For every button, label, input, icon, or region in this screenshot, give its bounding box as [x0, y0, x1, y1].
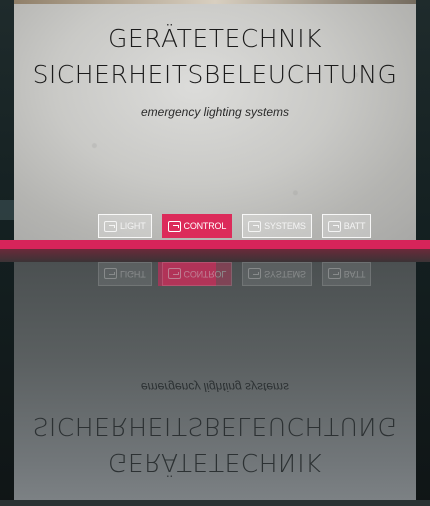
reflection-nav-label: CONTROL — [183, 269, 227, 279]
nav-light-label: LIGHT — [120, 221, 146, 231]
accent-bar — [0, 240, 430, 249]
main-nav: LIGHT CONTROL SYSTEMS BATT — [98, 214, 372, 238]
nav-systems-label: SYSTEMS — [264, 221, 306, 231]
accent-bar-shadow — [0, 249, 430, 262]
reflection-nav-item: LIGHT — [98, 262, 152, 286]
nav-batt-button[interactable]: BATT — [321, 214, 372, 238]
nav-light-button[interactable]: LIGHT — [98, 214, 152, 238]
logo-icon — [167, 220, 181, 232]
logo-icon — [167, 268, 181, 280]
nav-systems-button[interactable]: SYSTEMS — [242, 214, 312, 238]
reflection-title-line1: GERÄTETECHNIK — [107, 448, 323, 477]
reflection-nav-item: CONTROL — [161, 262, 233, 286]
reflection-nav-label: LIGHT — [120, 269, 146, 279]
logo-icon — [104, 220, 117, 232]
logo-icon — [104, 268, 117, 280]
logo-icon — [327, 268, 341, 280]
nav-batt-label: BATT — [343, 221, 366, 231]
reflection-title-line2: SICHERHEITSBELEUCHTUNG — [32, 412, 398, 441]
nav-control-button[interactable]: CONTROL — [161, 214, 233, 238]
logo-icon — [248, 220, 262, 232]
logo-icon — [327, 220, 341, 232]
nav-control-label: CONTROL — [183, 221, 227, 231]
reflection-nav-label: SYSTEMS — [264, 269, 306, 279]
reflection-subtitle: emergency lighting systems — [140, 380, 290, 394]
logo-icon — [248, 268, 262, 280]
reflection-nav-item: BATT — [321, 262, 372, 286]
page-subtitle: emergency lighting systems — [140, 105, 290, 119]
reflection-nav-label: BATT — [343, 269, 366, 279]
reflection-nav: LIGHT CONTROL SYSTEMS BATT — [98, 262, 372, 286]
bottom-edge — [0, 500, 430, 506]
hero-panel: GERÄTETECHNIK SICHERHEITSBELEUCHTUNG eme… — [14, 4, 416, 240]
page-title-line1: GERÄTETECHNIK — [107, 24, 323, 53]
reflection-nav-item: SYSTEMS — [242, 262, 312, 286]
reflection-area: LIGHT CONTROL SYSTEMS BATT emergency lig… — [14, 262, 416, 500]
page-title-line2: SICHERHEITSBELEUCHTUNG — [32, 60, 398, 89]
